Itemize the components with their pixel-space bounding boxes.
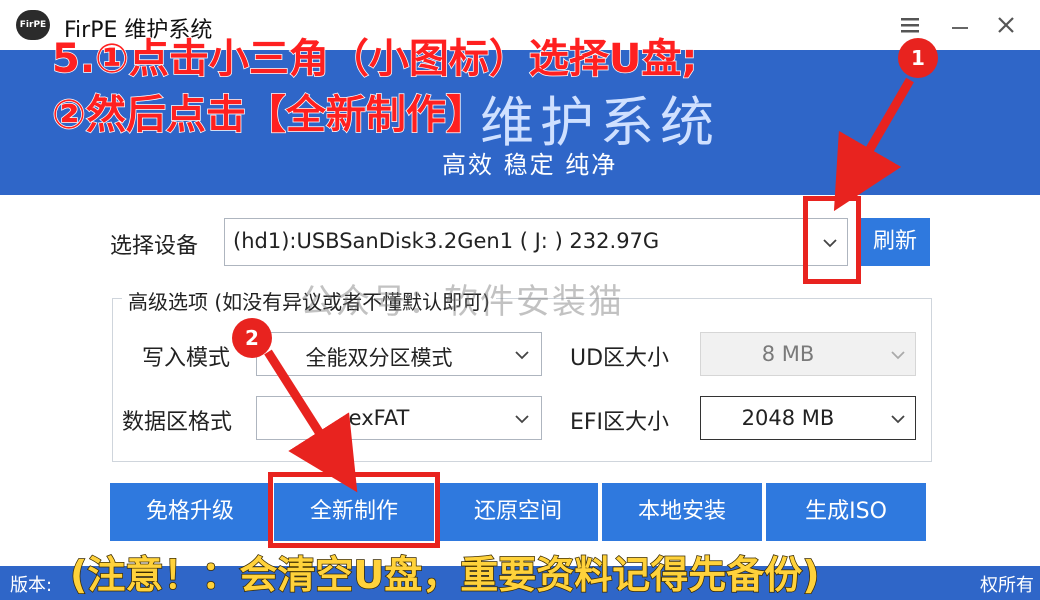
step-badge-2: 2: [232, 318, 272, 358]
warning-note: (注意！：会清空U盘，重要资料记得先备份): [69, 552, 820, 598]
arrow-to-dropdown: [833, 77, 914, 212]
step-badge-1: 1: [898, 38, 938, 78]
arrow-to-new-make: [264, 349, 358, 493]
instruction-line-2: ②然后点击【全新制作】: [51, 91, 486, 139]
instruction-line-1: 5.①点击小三角（小图标）选择U盘;: [51, 35, 698, 83]
